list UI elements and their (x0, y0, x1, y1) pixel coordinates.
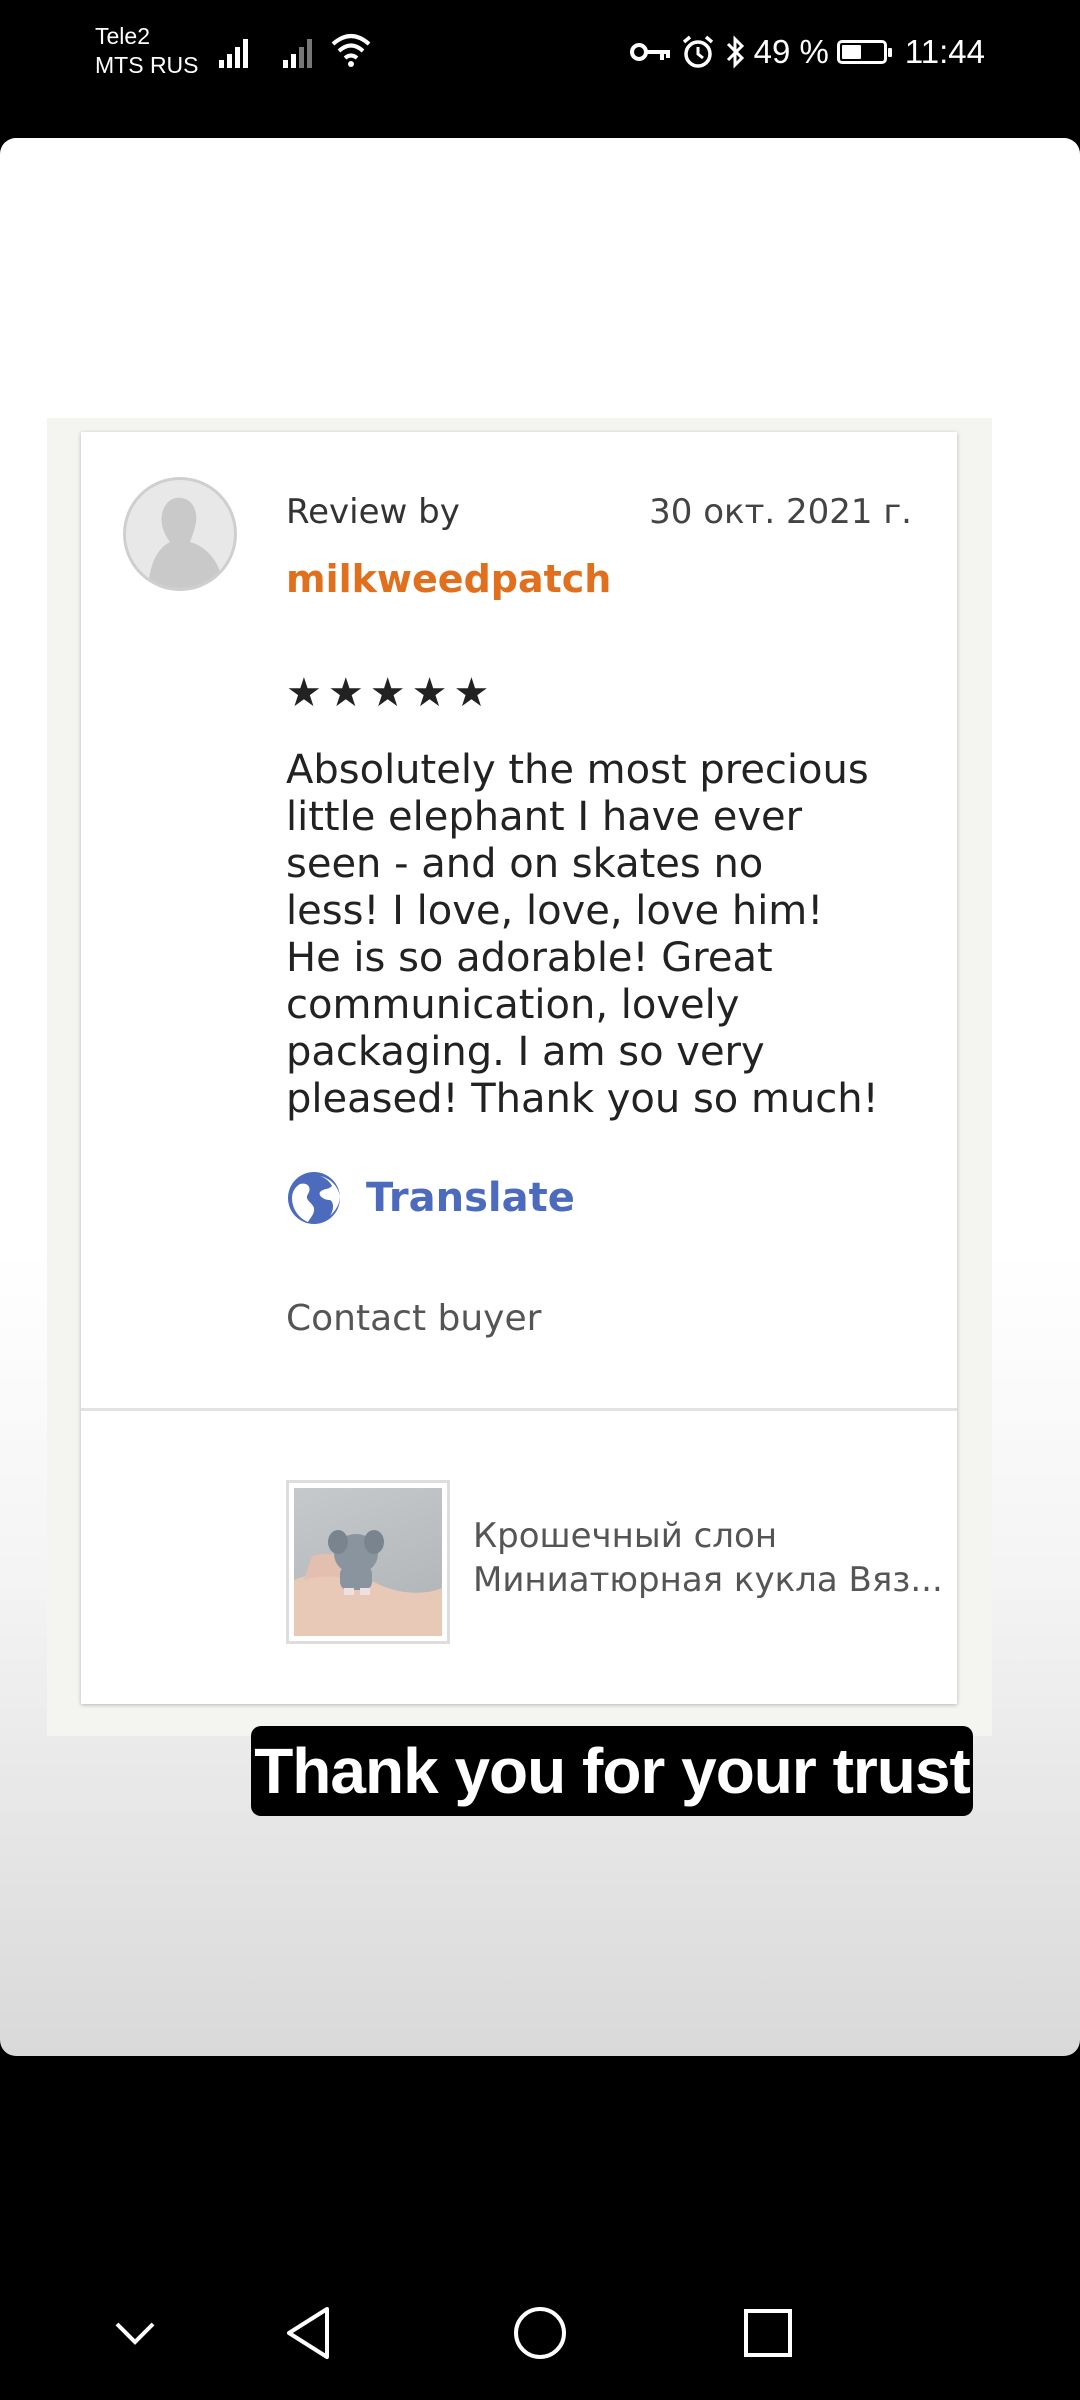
carrier-2: MTS RUS (95, 52, 199, 78)
divider (81, 1408, 957, 1411)
recents-button[interactable] (733, 2298, 803, 2368)
story-caption: Thank you for your trust (251, 1726, 973, 1816)
review-text: Absolutely the most precious little elep… (286, 747, 879, 1122)
review-card: Review by 30 окт. 2021 г. milkweedpatch … (81, 432, 957, 1704)
navigation-bar (0, 2270, 1080, 2400)
battery-fill (841, 45, 862, 59)
carrier-1: Tele2 (95, 23, 150, 49)
contact-buyer-link: Contact buyer (286, 1298, 542, 1339)
story-frame[interactable]: Review by 30 окт. 2021 г. milkweedpatch … (0, 138, 1080, 2056)
item-photo (294, 1530, 442, 1636)
battery-icon (836, 40, 892, 64)
default-avatar-icon (148, 497, 224, 588)
vpn-key-icon (629, 43, 670, 61)
back-button[interactable] (274, 2298, 344, 2368)
signal-strength-icon (219, 39, 248, 68)
translate-label: Translate (366, 1175, 575, 1221)
chevron-down-icon (115, 2322, 155, 2345)
reviewer-username: milkweedpatch (286, 557, 612, 601)
carrier-info: Tele2 MTS RUS (95, 22, 199, 80)
battery-percent: 49 % (753, 33, 829, 70)
alarm-icon (682, 35, 713, 68)
translate-link: Translate (286, 1170, 575, 1226)
item-thumbnail (286, 1480, 450, 1644)
recents-icon (744, 2309, 792, 2357)
chevron-down-button[interactable] (100, 2298, 170, 2368)
clock: 11:44 (904, 33, 985, 70)
status-right: 49 % 11:44 (629, 30, 985, 74)
item-title-line-1: Крошечный слон (473, 1516, 778, 1556)
signal-strength-icon (283, 39, 312, 68)
wifi-icon (331, 34, 371, 67)
back-icon (287, 2307, 329, 2359)
status-bar: Tele2 MTS RUS 49 % 11:44 (0, 0, 1080, 120)
home-icon (514, 2307, 566, 2359)
bluetooth-icon (726, 35, 744, 69)
home-button[interactable] (505, 2298, 575, 2368)
item-title: Крошечный слон Миниатюрная кукла Вяз... (473, 1514, 943, 1602)
item-title-line-2: Миниатюрная кукла Вяз... (473, 1560, 943, 1600)
review-by-label: Review by (286, 492, 460, 532)
star-rating: ★★★★★ (286, 670, 496, 716)
review-screenshot: Review by 30 окт. 2021 г. milkweedpatch … (47, 418, 992, 1736)
globe-icon (288, 1172, 340, 1224)
review-date: 30 окт. 2021 г. (649, 492, 912, 532)
avatar (123, 477, 237, 591)
